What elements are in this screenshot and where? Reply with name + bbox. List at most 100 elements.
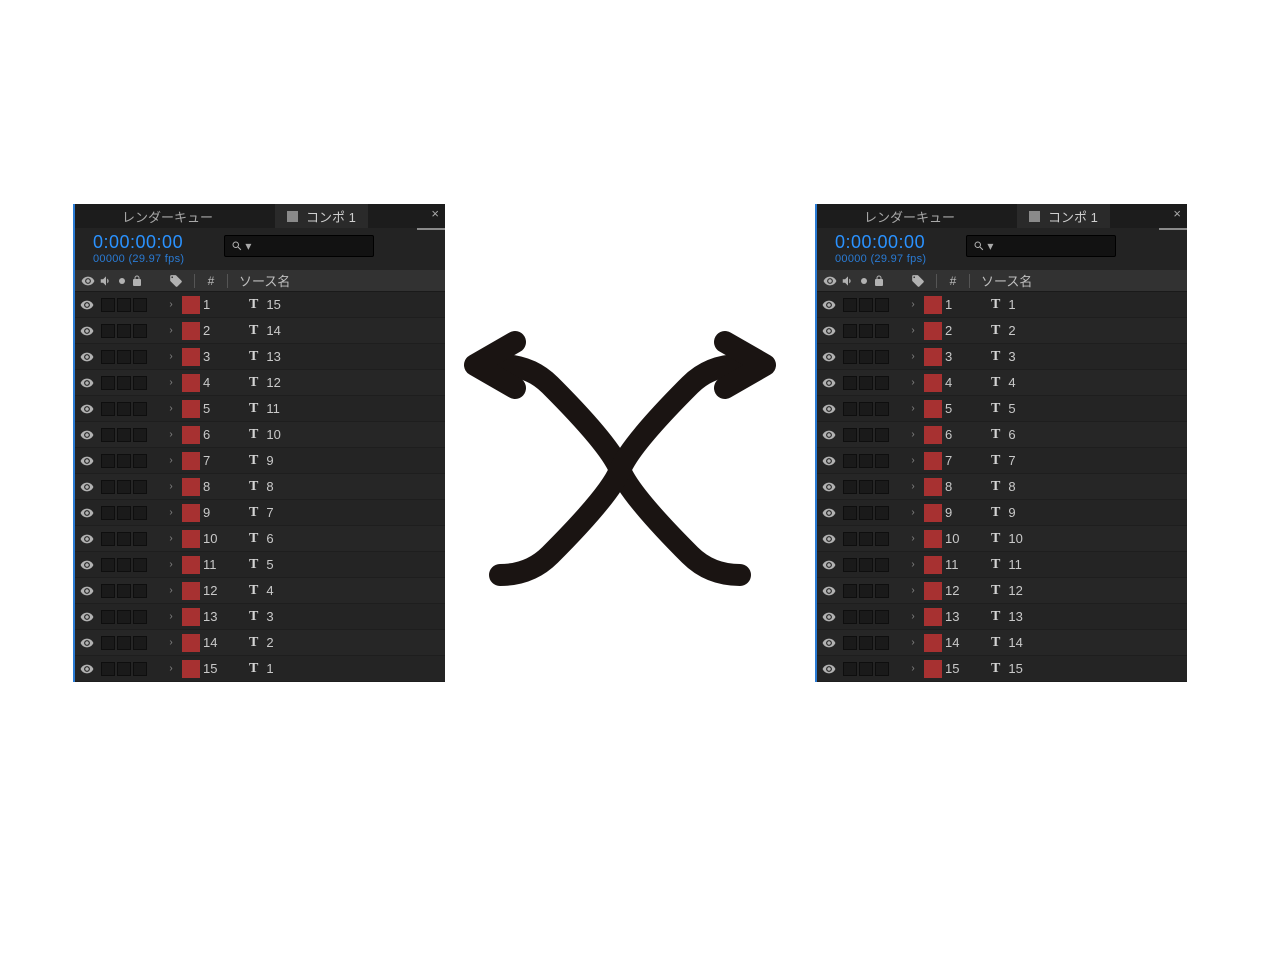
switch-box[interactable] — [859, 402, 873, 416]
switch-box[interactable] — [875, 324, 889, 338]
layer-color-label[interactable] — [182, 374, 200, 392]
visibility-toggle[interactable] — [817, 584, 841, 598]
switch-box[interactable] — [117, 532, 131, 546]
current-timecode[interactable]: 0:00:00:00 — [835, 232, 926, 253]
switch-box[interactable] — [133, 506, 147, 520]
layer-source[interactable]: T3 — [225, 609, 445, 625]
switch-box[interactable] — [133, 298, 147, 312]
layer-switches[interactable] — [841, 584, 905, 598]
layer-color-label[interactable] — [924, 556, 942, 574]
visibility-toggle[interactable] — [817, 662, 841, 676]
switch-box[interactable] — [843, 454, 857, 468]
tab-comp-1[interactable]: コンポ 1 — [1017, 204, 1110, 228]
switch-box[interactable] — [133, 402, 147, 416]
switch-box[interactable] — [875, 350, 889, 364]
layer-color-label[interactable] — [924, 478, 942, 496]
layer-switches[interactable] — [99, 584, 163, 598]
layer-switches[interactable] — [99, 428, 163, 442]
visibility-toggle[interactable] — [75, 584, 99, 598]
switch-box[interactable] — [101, 376, 115, 390]
layer-source[interactable]: T13 — [967, 609, 1187, 625]
switch-box[interactable] — [875, 454, 889, 468]
twirl-arrow[interactable]: › — [905, 455, 921, 466]
layer-source[interactable]: T2 — [967, 323, 1187, 339]
layer-color-label[interactable] — [182, 582, 200, 600]
switch-box[interactable] — [875, 376, 889, 390]
visibility-toggle[interactable] — [75, 298, 99, 312]
switch-box[interactable] — [117, 324, 131, 338]
visibility-toggle[interactable] — [817, 454, 841, 468]
switch-box[interactable] — [133, 662, 147, 676]
twirl-arrow[interactable]: › — [905, 611, 921, 622]
layer-color-label[interactable] — [924, 452, 942, 470]
layer-row[interactable]: ›1T15 — [75, 292, 445, 318]
layer-switches[interactable] — [99, 324, 163, 338]
layer-source[interactable]: T2 — [225, 635, 445, 651]
visibility-toggle[interactable] — [75, 662, 99, 676]
layer-color-label[interactable] — [924, 634, 942, 652]
visibility-toggle[interactable] — [75, 402, 99, 416]
layer-row[interactable]: ›7T9 — [75, 448, 445, 474]
twirl-arrow[interactable]: › — [905, 299, 921, 310]
visibility-toggle[interactable] — [817, 506, 841, 520]
switch-box[interactable] — [101, 480, 115, 494]
layer-switches[interactable] — [99, 636, 163, 650]
visibility-toggle[interactable] — [75, 324, 99, 338]
visibility-toggle[interactable] — [75, 376, 99, 390]
layer-switches[interactable] — [99, 350, 163, 364]
switch-box[interactable] — [875, 558, 889, 572]
switch-box[interactable] — [875, 402, 889, 416]
layer-row[interactable]: ›7T7 — [817, 448, 1187, 474]
layer-switches[interactable] — [841, 324, 905, 338]
layer-switches[interactable] — [99, 402, 163, 416]
layer-source[interactable]: T12 — [225, 375, 445, 391]
switch-box[interactable] — [133, 584, 147, 598]
layer-color-label[interactable] — [924, 348, 942, 366]
switch-box[interactable] — [117, 298, 131, 312]
layer-switches[interactable] — [99, 532, 163, 546]
layer-switches[interactable] — [841, 506, 905, 520]
switch-box[interactable] — [859, 428, 873, 442]
layer-color-label[interactable] — [182, 634, 200, 652]
layer-source[interactable]: T11 — [967, 557, 1187, 573]
current-timecode[interactable]: 0:00:00:00 — [93, 232, 184, 253]
layer-color-label[interactable] — [924, 504, 942, 522]
switch-box[interactable] — [117, 636, 131, 650]
switch-box[interactable] — [875, 662, 889, 676]
close-panel-button[interactable]: × — [1173, 206, 1181, 221]
layer-color-label[interactable] — [924, 426, 942, 444]
switch-box[interactable] — [843, 532, 857, 546]
layer-switches[interactable] — [99, 506, 163, 520]
twirl-arrow[interactable]: › — [163, 533, 179, 544]
layer-source[interactable]: T14 — [225, 323, 445, 339]
switch-box[interactable] — [117, 480, 131, 494]
switch-box[interactable] — [875, 298, 889, 312]
switch-box[interactable] — [859, 662, 873, 676]
layer-row[interactable]: ›12T12 — [817, 578, 1187, 604]
layer-color-label[interactable] — [924, 374, 942, 392]
switch-box[interactable] — [133, 428, 147, 442]
source-name-column-header[interactable]: ソース名 — [233, 271, 445, 290]
switch-box[interactable] — [117, 558, 131, 572]
visibility-toggle[interactable] — [75, 610, 99, 624]
layer-source[interactable]: T8 — [225, 479, 445, 495]
visibility-toggle[interactable] — [817, 532, 841, 546]
layer-color-label[interactable] — [182, 556, 200, 574]
layer-switches[interactable] — [841, 298, 905, 312]
switch-box[interactable] — [101, 298, 115, 312]
twirl-arrow[interactable]: › — [905, 481, 921, 492]
layer-row[interactable]: ›4T4 — [817, 370, 1187, 396]
layer-source[interactable]: T5 — [225, 557, 445, 573]
switch-box[interactable] — [875, 480, 889, 494]
layer-row[interactable]: ›5T5 — [817, 396, 1187, 422]
layer-search-input[interactable]: ▾ — [224, 235, 374, 257]
switch-box[interactable] — [101, 350, 115, 364]
layer-color-label[interactable] — [182, 348, 200, 366]
layer-switches[interactable] — [99, 480, 163, 494]
switch-box[interactable] — [875, 584, 889, 598]
switch-box[interactable] — [101, 610, 115, 624]
layer-source[interactable]: T8 — [967, 479, 1187, 495]
switch-box[interactable] — [843, 610, 857, 624]
switch-box[interactable] — [101, 558, 115, 572]
switch-box[interactable] — [101, 402, 115, 416]
